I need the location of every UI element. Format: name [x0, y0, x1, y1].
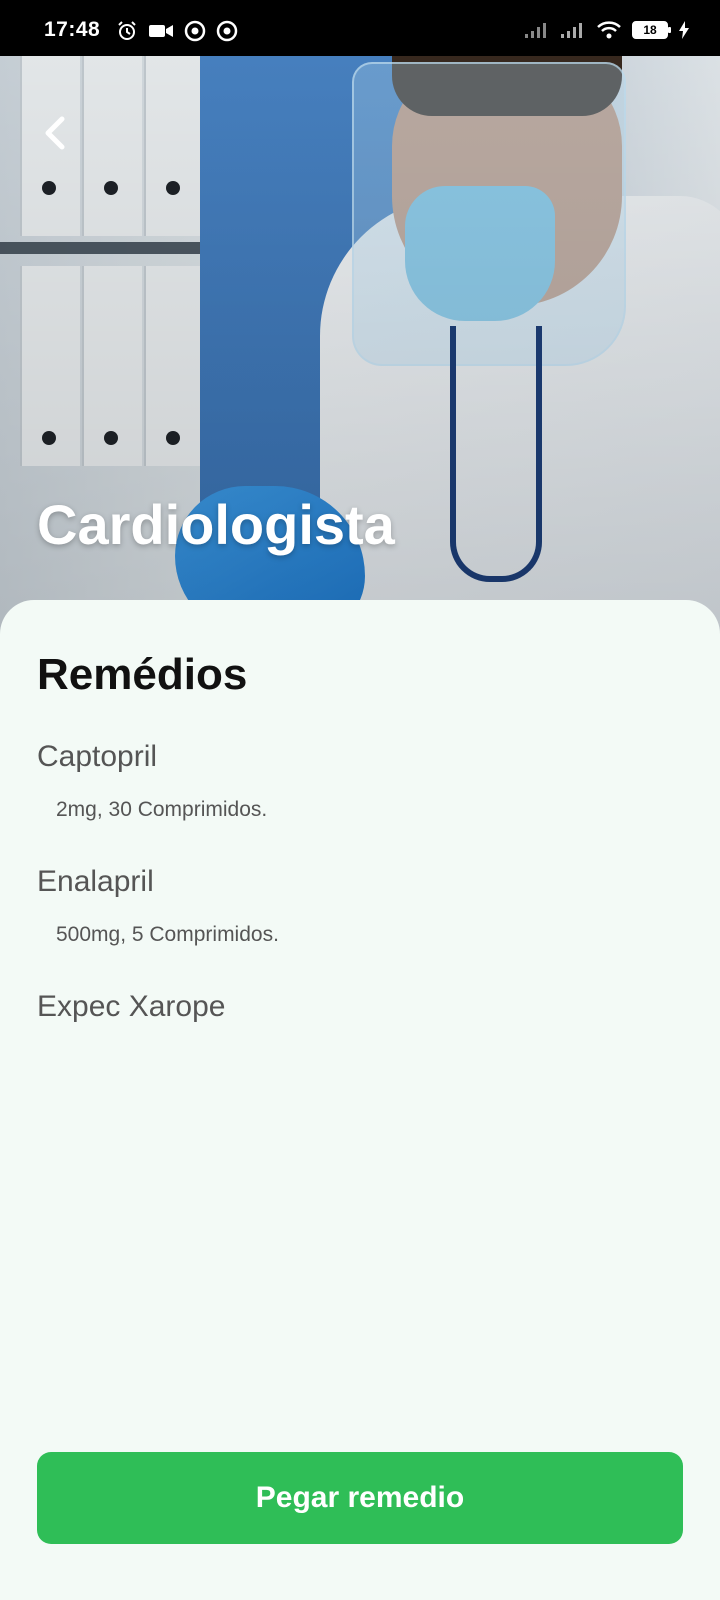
- section-title: Remédios: [37, 650, 248, 699]
- notification-icon: [184, 20, 206, 42]
- medicine-detail: 2mg, 30 Comprimidos.: [56, 798, 268, 821]
- alarm-icon: [116, 20, 138, 42]
- signal-icon: [524, 21, 550, 39]
- wifi-icon: [596, 20, 622, 40]
- notification-icon-2: [216, 20, 238, 42]
- back-button[interactable]: [30, 108, 80, 158]
- status-time: 17:48: [44, 18, 101, 41]
- content-sheet: Remédios Captopril 2mg, 30 Comprimidos. …: [0, 600, 720, 1600]
- battery-icon: 18: [632, 21, 671, 39]
- charging-icon: [678, 20, 690, 40]
- medicine-name[interactable]: Captopril: [37, 740, 157, 774]
- get-medicine-button[interactable]: Pegar remedio: [37, 1452, 683, 1544]
- video-camera-icon: [148, 21, 174, 41]
- signal-icon-2: [560, 21, 586, 39]
- status-bar: 17:48 18: [0, 0, 720, 56]
- medicine-name[interactable]: Enalapril: [37, 865, 154, 899]
- chevron-left-icon: [45, 116, 65, 150]
- status-left-icons: [116, 20, 238, 42]
- medicine-name[interactable]: Expec Xarope: [37, 990, 225, 1024]
- page-title: Cardiologista: [37, 493, 395, 556]
- medicine-detail: 500mg, 5 Comprimidos.: [56, 923, 279, 946]
- status-right-icons: 18: [524, 20, 690, 40]
